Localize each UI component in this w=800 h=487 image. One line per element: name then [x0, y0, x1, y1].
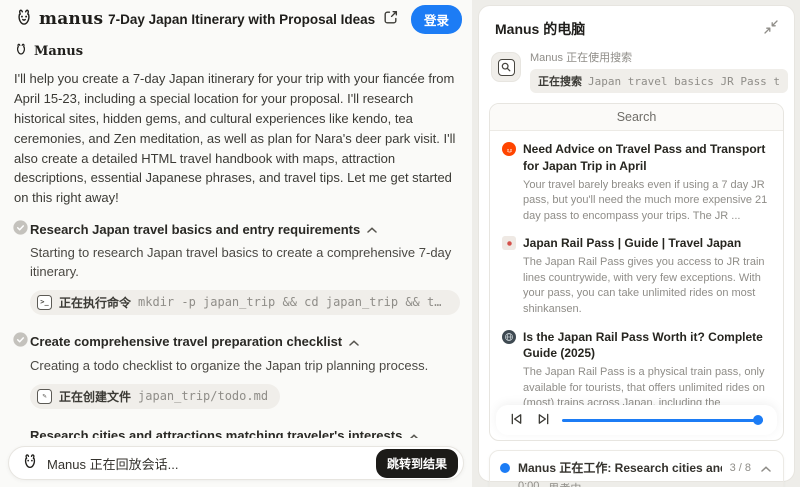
task-detail: Starting to research Japan travel basics… [30, 244, 458, 282]
status-expand-button[interactable] [759, 458, 773, 477]
replay-player-bar [496, 405, 777, 435]
replay-status-text: Manus 正在回放会话... [47, 454, 376, 473]
tool-command: mkdir -p japan_trip && cd japan_trip && … [138, 295, 448, 309]
chat-panel: manus 7-Day Japan Itinerary with Proposa… [0, 0, 472, 487]
task-title: Create comprehensive travel preparation … [30, 334, 342, 349]
search-result[interactable]: Japan Rail Pass (JR Pass) - Japan Guide … [502, 439, 771, 441]
search-result[interactable]: Need Advice on Travel Pass and Transport… [502, 141, 771, 224]
globe-icon [502, 330, 516, 344]
brand[interactable]: manus [14, 7, 103, 32]
check-circle-icon [13, 220, 28, 240]
task-item: Research cities and attractions matching… [14, 427, 458, 438]
jump-to-result-button[interactable]: 跳转到结果 [376, 449, 458, 478]
skip-to-end-button[interactable] [535, 411, 552, 430]
file-edit-icon: ✎ [37, 389, 52, 404]
task-detail: Creating a todo checklist to organize th… [30, 357, 458, 376]
current-query-pill: 正在搜索 Japan travel basics JR Pass transpo… [530, 69, 788, 93]
using-tool-label: Manus 正在使用搜索 [530, 49, 788, 65]
reddit-icon [502, 142, 516, 156]
status-state-label: 思考中 [548, 480, 581, 487]
tool-action-label: 正在执行命令 [59, 294, 131, 311]
result-snippet: Your travel barely breaks even if using … [523, 178, 771, 225]
chat-header: manus 7-Day Japan Itinerary with Proposa… [0, 0, 472, 38]
tool-call-pill[interactable]: ✎ 正在创建文件 japan_trip/todo.md [30, 384, 280, 409]
collapse-icon [764, 20, 778, 37]
step-counter: 3 / 8 [730, 462, 751, 474]
task-toggle[interactable]: Create comprehensive travel preparation … [30, 333, 458, 351]
chat-scroll-area[interactable]: Manus I'll help you create a 7-day Japan… [0, 38, 472, 438]
search-results-list: Need Advice on Travel Pass and Transport… [490, 131, 783, 441]
result-title: Japan Rail Pass (JR Pass) - Japan Guide [523, 439, 755, 441]
search-icon [498, 59, 515, 76]
login-button[interactable]: 登录 [411, 5, 462, 34]
progress-track [562, 419, 763, 422]
agent-status-card: Manus 正在工作: Research cities and attracti… [489, 450, 784, 487]
share-button[interactable] [380, 7, 401, 31]
terminal-icon: >_ [37, 295, 52, 310]
active-tool-info: Manus 正在使用搜索 正在搜索 Japan travel basics JR… [530, 49, 788, 93]
task-item: Research Japan travel basics and entry r… [14, 220, 458, 325]
search-view-card: Search Need Advice on Travel Pass and Tr… [489, 103, 784, 441]
check-circle-icon [13, 332, 28, 352]
task-item: Create comprehensive travel preparation … [14, 333, 458, 419]
skip-to-end-icon [537, 413, 550, 428]
result-title: Is the Japan Rail Pass Worth it? Complet… [523, 329, 771, 363]
working-status-text: Manus 正在工作: Research cities and attracti… [518, 459, 722, 476]
tool-action-label: 正在创建文件 [59, 388, 131, 405]
tool-call-pill[interactable]: >_ 正在执行命令 mkdir -p japan_trip && cd japa… [30, 290, 460, 315]
status-meta-row: 0:00 思考中 [518, 480, 773, 487]
header-actions: 登录 [380, 5, 462, 34]
task-toggle[interactable]: Research Japan travel basics and entry r… [30, 220, 458, 238]
search-tool-tile [491, 52, 521, 82]
manus-avatar-icon [21, 452, 39, 475]
search-result[interactable]: Japan Rail Pass | Guide | Travel Japan T… [502, 235, 771, 317]
travel-japan-icon [502, 236, 516, 250]
tool-file-path: japan_trip/todo.md [138, 389, 268, 403]
chevron-up-icon[interactable] [349, 333, 359, 351]
replay-progress-slider[interactable] [562, 415, 763, 425]
brand-wordmark: manus [39, 9, 103, 29]
elapsed-time: 0:00 [518, 480, 539, 487]
agent-row: Manus [14, 42, 458, 61]
skip-to-start-icon [510, 413, 523, 428]
query-action-label: 正在搜索 [538, 73, 582, 89]
chevron-up-icon[interactable] [367, 220, 377, 238]
task-title: Research cities and attractions matching… [30, 428, 402, 438]
agent-name: Manus [34, 44, 83, 59]
share-icon [382, 9, 399, 29]
replay-bar: Manus 正在回放会话... 跳转到结果 [8, 446, 464, 480]
result-snippet: The Japan Rail Pass gives you access to … [523, 255, 771, 317]
conversation-title: 7-Day Japan Itinerary with Proposal Idea… [103, 12, 380, 27]
result-title: Japan Rail Pass | Guide | Travel Japan [523, 235, 741, 252]
manus-avatar-icon [14, 42, 28, 61]
result-title: Need Advice on Travel Pass and Transport… [523, 141, 771, 175]
skip-to-start-button[interactable] [508, 411, 525, 430]
active-tool-row: Manus 正在使用搜索 正在搜索 Japan travel basics JR… [491, 49, 782, 93]
task-title: Research Japan travel basics and entry r… [30, 222, 360, 237]
computer-panel: Manus 的电脑 Manus 正在使用搜索 正在搜索 [478, 5, 795, 482]
collapse-panel-button[interactable] [762, 18, 780, 39]
progress-knob[interactable] [753, 415, 763, 425]
japan-guide-icon [502, 440, 516, 441]
query-text: Japan travel basics JR Pass transportati… [588, 75, 780, 88]
assistant-message: I'll help you create a 7-day Japan itine… [14, 69, 458, 208]
manus-logo-icon [14, 7, 34, 32]
chevron-up-icon[interactable] [409, 427, 419, 438]
computer-panel-title: Manus 的电脑 [495, 19, 585, 39]
computer-panel-header: Manus 的电脑 [489, 16, 784, 39]
chevron-up-icon [761, 460, 771, 475]
task-toggle[interactable]: Research cities and attractions matching… [30, 427, 458, 438]
activity-dot-icon [500, 463, 510, 473]
search-view-title: Search [490, 104, 783, 131]
app-root: manus 7-Day Japan Itinerary with Proposa… [0, 0, 800, 487]
